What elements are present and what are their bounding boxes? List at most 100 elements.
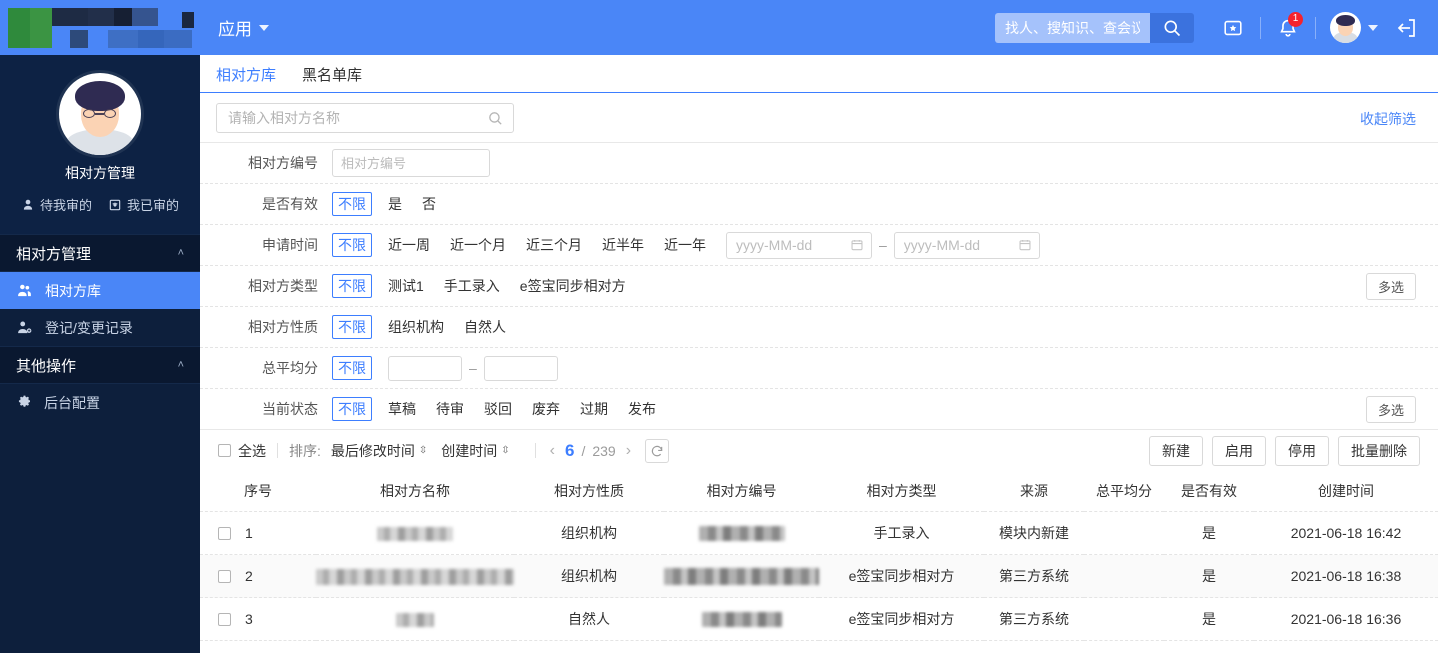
date-to-field[interactable] — [893, 231, 1040, 259]
redacted-code — [664, 567, 819, 585]
table-row[interactable]: 1 组织机构 手工录入 模块内新建 是 2021-06-18 16:42 — [200, 511, 1438, 555]
date-range-separator: – — [879, 237, 887, 253]
filter-option-last-week[interactable]: 近一周 — [388, 235, 430, 255]
filter-option-manual-entry[interactable]: 手工录入 — [444, 276, 500, 296]
row-checkbox[interactable] — [218, 569, 231, 583]
top-navigation-bar: 应用 找人、搜知识、查会议 1 — [0, 0, 1438, 55]
filter-option-test1[interactable]: 测试1 — [388, 276, 424, 296]
filter-option-any[interactable]: 不限 — [332, 192, 372, 216]
select-all-checkbox[interactable] — [218, 444, 231, 457]
cell-created: 2021-06-18 16:36 — [1254, 597, 1438, 641]
global-search-input[interactable] — [995, 12, 1150, 43]
date-from-field[interactable] — [726, 231, 872, 259]
cell-code — [664, 597, 819, 641]
sort-label: 排序: — [289, 442, 321, 459]
cell-source: 模块内新建 — [984, 511, 1084, 555]
row-checkbox[interactable] — [218, 526, 231, 540]
filter-option-individual[interactable]: 自然人 — [464, 317, 506, 337]
tab-blacklist-library[interactable]: 黑名单库 — [302, 64, 362, 92]
filter-option-any[interactable]: 不限 — [332, 233, 372, 257]
company-logo[interactable] — [0, 0, 200, 55]
filter-option-rejected[interactable]: 驳回 — [484, 399, 512, 419]
pending-my-review-label: 待我审的 — [39, 198, 92, 213]
cell-source: 第三方系统 — [984, 554, 1084, 598]
global-search[interactable] — [995, 12, 1194, 43]
pending-my-review-link[interactable]: 待我审的 — [21, 195, 92, 214]
filter-option-no[interactable]: 否 — [422, 194, 436, 214]
filter-option-any[interactable]: 不限 — [332, 315, 372, 339]
sort-by-created-time[interactable]: 创建时间 ⇳ — [441, 441, 509, 461]
cell-index: 2 — [200, 554, 316, 598]
multi-select-button[interactable]: 多选 — [1365, 395, 1416, 423]
gear-icon — [18, 395, 30, 407]
counterparty-name-input[interactable] — [226, 109, 487, 127]
sidebar-item-backend-config[interactable]: 后台配置 — [0, 384, 200, 421]
date-to-input[interactable] — [901, 236, 1018, 254]
avatar — [59, 73, 141, 155]
app-menu-button[interactable]: 应用 — [218, 15, 269, 40]
calendar-icon — [1019, 240, 1031, 251]
table-row[interactable]: 2 组织机构 e签宝同步相对方 第三方系统 是 2021-06-18 16:38 — [200, 554, 1438, 598]
prev-page-button[interactable]: ‹ — [547, 442, 558, 460]
score-max-input[interactable] — [483, 355, 558, 381]
current-page: 6 — [565, 440, 575, 460]
table-row[interactable]: 3 自然人 e签宝同步相对方 第三方系统 是 2021-06-18 16:36 — [200, 597, 1438, 641]
notifications-button[interactable]: 1 — [1271, 11, 1305, 45]
search-icon — [1164, 20, 1181, 36]
my-reviewed-link[interactable]: 我已审的 — [108, 195, 179, 214]
score-range-separator: – — [469, 360, 477, 376]
filter-option-last-year[interactable]: 近一年 — [664, 235, 706, 255]
date-from-input[interactable] — [734, 236, 850, 254]
batch-delete-button[interactable]: 批量删除 — [1338, 435, 1420, 466]
logout-button[interactable] — [1390, 11, 1424, 45]
cell-type: 手工录入 — [819, 511, 984, 555]
filter-option-any[interactable]: 不限 — [332, 274, 372, 298]
filter-option-published[interactable]: 发布 — [628, 399, 656, 419]
counterparty-name-search[interactable] — [216, 103, 514, 133]
row-checkbox[interactable] — [218, 612, 231, 626]
tab-label: 相对方库 — [216, 67, 277, 84]
cell-name — [316, 597, 514, 641]
cell-name — [316, 554, 514, 598]
counterparty-code-input[interactable] — [332, 149, 490, 177]
tab-counterparty-library[interactable]: 相对方库 — [216, 64, 276, 92]
filter-option-pending[interactable]: 待审 — [436, 399, 464, 419]
profile-name: 相对方管理 — [65, 165, 135, 181]
filter-option-esign-sync[interactable]: e签宝同步相对方 — [520, 276, 626, 296]
sidebar-item-registration-change-records[interactable]: 登记/变更记录 — [0, 309, 200, 346]
sidebar-group-counterparty-management[interactable]: 相对方管理 ˄ — [0, 234, 200, 272]
column-header-index: 序号 — [200, 471, 316, 512]
search-icon — [489, 111, 502, 125]
user-menu-button[interactable] — [1330, 12, 1378, 43]
filter-option-expired[interactable]: 过期 — [580, 399, 608, 419]
sidebar-item-counterparty-library[interactable]: 相对方库 — [0, 272, 200, 309]
collapse-filters-link[interactable]: 收起筛选 — [1360, 109, 1416, 129]
refresh-button[interactable] — [645, 438, 670, 463]
divider — [534, 443, 536, 458]
filter-label: 相对方性质 — [248, 319, 318, 335]
filter-option-discarded[interactable]: 废弃 — [532, 399, 560, 419]
filter-option-last-month[interactable]: 近一个月 — [450, 235, 506, 255]
person-stamp-icon — [23, 199, 33, 210]
filter-option-draft[interactable]: 草稿 — [388, 399, 416, 419]
app-store-button[interactable] — [1216, 11, 1250, 45]
filter-option-last-3-months[interactable]: 近三个月 — [526, 235, 582, 255]
sort-by-last-modified[interactable]: 最后修改时间 ⇳ — [331, 441, 427, 461]
next-page-button[interactable]: › — [623, 442, 634, 460]
enable-button[interactable]: 启用 — [1212, 435, 1266, 466]
sidebar-group-other-operations[interactable]: 其他操作 ˄ — [0, 346, 200, 384]
cell-name — [316, 511, 514, 555]
filter-option-yes[interactable]: 是 — [388, 194, 402, 214]
filter-option-last-half-year[interactable]: 近半年 — [602, 235, 644, 255]
multi-select-button[interactable]: 多选 — [1365, 272, 1416, 300]
search-submit-button[interactable] — [1150, 12, 1194, 43]
disable-button[interactable]: 停用 — [1275, 435, 1329, 466]
filter-option-organization[interactable]: 组织机构 — [388, 317, 444, 337]
create-button[interactable]: 新建 — [1149, 435, 1203, 466]
redacted-name — [316, 568, 514, 585]
filter-option-any[interactable]: 不限 — [332, 397, 372, 421]
filter-option-any[interactable]: 不限 — [332, 356, 372, 380]
filter-row-type: 相对方类型 不限 测试1 手工录入 e签宝同步相对方 多选 — [200, 266, 1438, 307]
cell-code — [664, 554, 819, 598]
score-min-input[interactable] — [388, 355, 462, 381]
